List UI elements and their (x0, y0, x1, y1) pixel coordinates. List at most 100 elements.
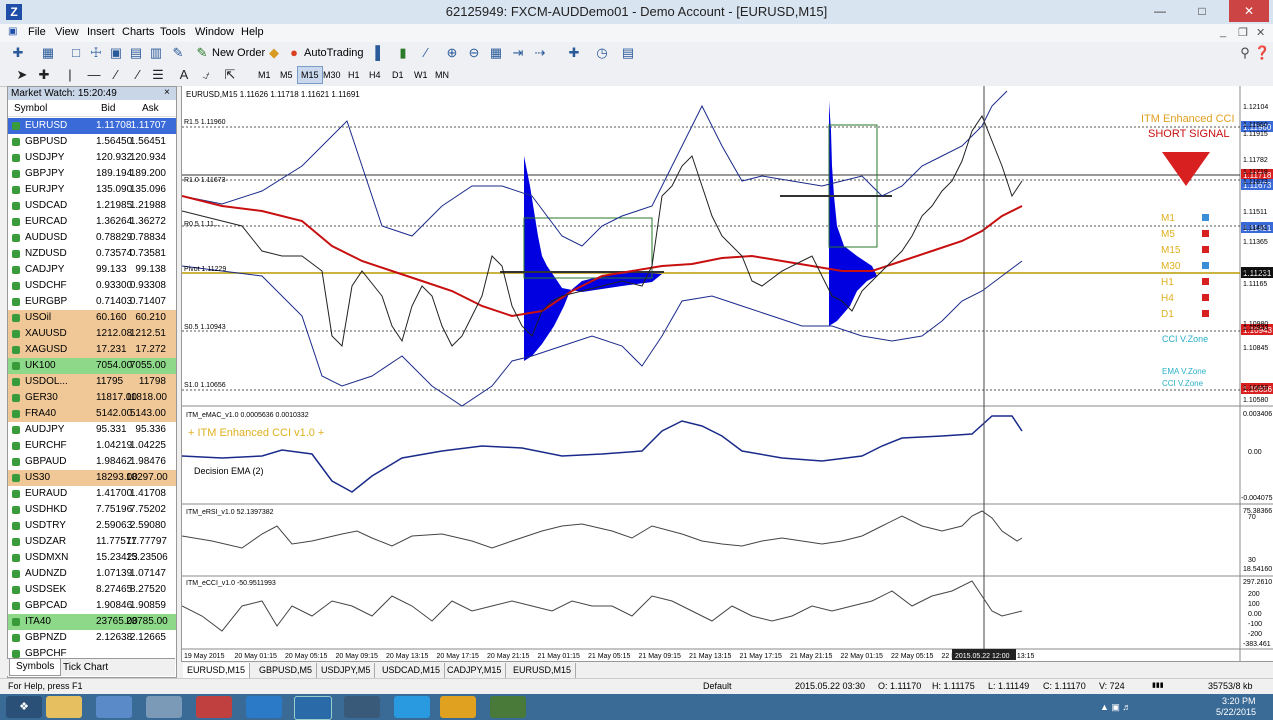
chart-tab-2[interactable]: USDJPY,M5 (317, 663, 376, 678)
symbol-row-uk100[interactable]: UK100 7054.00 7055.00 (8, 358, 176, 374)
symbol-row-eurusd[interactable]: EURUSD 1.11708 1.11707 (8, 118, 176, 134)
menu-tools[interactable]: Tools (160, 26, 186, 38)
symbol-row-xauusd[interactable]: XAUUSD 1212.08 1212.51 (8, 326, 176, 342)
chart-window[interactable]: 1.11960 1.11718 1.11673 1.11451 1.11231 … (181, 86, 1273, 663)
symbol-row-audusd[interactable]: AUDUSD 0.78829 0.78834 (8, 230, 176, 246)
bar-chart-icon[interactable]: ▌ (372, 45, 388, 61)
symbol-row-gbpaud[interactable]: GBPAUD 1.98462 1.98476 (8, 454, 176, 470)
teamviewer-taskbar-icon[interactable] (246, 696, 282, 718)
profiles-icon[interactable]: ▦ (40, 45, 56, 61)
menu-charts[interactable]: Charts (122, 26, 154, 38)
symbol-row-usdcad[interactable]: USDCAD 1.21985 1.21988 (8, 198, 176, 214)
symbol-row-xagusd[interactable]: XAGUSD 17.231 17.272 (8, 342, 176, 358)
symbol-row-usdhkd[interactable]: USDHKD 7.75196 7.75202 (8, 502, 176, 518)
symbol-row-euraud[interactable]: EURAUD 1.41700 1.41708 (8, 486, 176, 502)
symbol-row-gbpjpy[interactable]: GBPJPY 189.194 189.200 (8, 166, 176, 182)
tab-symbols[interactable]: Symbols (9, 659, 62, 676)
maximize-button[interactable]: □ (1182, 0, 1222, 22)
minimize-button[interactable]: — (1140, 0, 1180, 22)
symbol-row-us30[interactable]: US30 18293.00 18297.00 (8, 470, 176, 486)
symbol-row-gbpusd[interactable]: GBPUSD 1.56450 1.56451 (8, 134, 176, 150)
channel-icon[interactable]: ∕ (130, 67, 146, 83)
symbol-row-usdmxn[interactable]: USDMXN 15.23423 15.23506 (8, 550, 176, 566)
symbol-row-audnzd[interactable]: AUDNZD 1.07139 1.07147 (8, 566, 176, 582)
arrows-icon[interactable]: ⇱ (222, 67, 238, 83)
skype-taskbar-icon[interactable] (394, 696, 430, 718)
tf-mn[interactable]: MN (432, 67, 452, 83)
tf-m30[interactable]: M30 (320, 67, 344, 83)
text-icon[interactable]: A (176, 67, 192, 83)
symbol-row-usdol[interactable]: USDOL... 11795 11798 (8, 374, 176, 390)
search-icon[interactable]: ⚲ (1237, 45, 1253, 61)
text-label-icon[interactable]: ⍻ (198, 67, 214, 83)
header-bid[interactable]: Bid (101, 101, 115, 116)
symbol-row-fra40[interactable]: FRA40 5142.00 5143.00 (8, 406, 176, 422)
eurusd-chart[interactable]: 1.11960 1.11718 1.11673 1.11451 1.11231 … (181, 86, 1273, 663)
chart-tab-3[interactable]: USDCAD,M15 (378, 663, 446, 678)
metatrader-taskbar-icon[interactable] (294, 696, 332, 720)
zoom-out-icon[interactable]: ⊖ (466, 45, 482, 61)
new-chart-icon[interactable]: ✚ (10, 45, 26, 61)
symbol-row-eurcad[interactable]: EURCAD 1.36264 1.36272 (8, 214, 176, 230)
tray-date[interactable]: 5/22/2015 (1216, 707, 1256, 717)
tester-icon[interactable]: ▥ (148, 45, 164, 61)
candlestick-icon[interactable]: ▮ (395, 45, 411, 61)
cursor-icon[interactable]: ➤ (14, 67, 30, 83)
menu-file[interactable]: File (28, 26, 46, 38)
explorer-taskbar-icon[interactable] (46, 696, 82, 718)
periods-icon[interactable]: ◷ (594, 45, 610, 61)
menu-insert[interactable]: Insert (87, 26, 115, 38)
tf-m1[interactable]: M1 (255, 67, 274, 83)
chart-tab-1[interactable]: GBPUSD,M5 (255, 663, 318, 678)
horizontal-line-icon[interactable]: — (86, 67, 102, 83)
new-order-icon[interactable]: ✎ (194, 45, 210, 61)
symbol-row-eurjpy[interactable]: EURJPY 135.090 135.096 (8, 182, 176, 198)
symbol-row-gbpcad[interactable]: GBPCAD 1.90846 1.90859 (8, 598, 176, 614)
chart-shift-icon[interactable]: ⇢ (532, 45, 548, 61)
mdi-close-icon[interactable]: ✕ (1256, 26, 1265, 39)
line-chart-icon[interactable]: ∕ (418, 45, 434, 61)
autotrading-icon[interactable]: ● (286, 45, 302, 61)
fibonacci-icon[interactable]: ☰ (150, 67, 166, 83)
menu-view[interactable]: View (55, 26, 79, 38)
market-watch-close-icon[interactable]: × (164, 87, 170, 98)
autoscroll-icon[interactable]: ⇥ (510, 45, 526, 61)
symbol-row-nzdusd[interactable]: NZDUSD 0.73574 0.73581 (8, 246, 176, 262)
chrome-taskbar-icon[interactable] (440, 696, 476, 718)
tray-icons[interactable]: ▲ ▣ ♬ (1100, 702, 1131, 713)
files-taskbar-icon[interactable] (146, 696, 182, 718)
crosshair-icon[interactable]: ✚ (36, 67, 52, 83)
chart-tab-5[interactable]: EURUSD,M15 (509, 663, 577, 678)
metaeditor-icon[interactable]: ◆ (266, 45, 282, 61)
chart-tab-0[interactable]: EURUSD,M15 (183, 663, 251, 678)
tab-tick-chart[interactable]: Tick Chart (63, 660, 108, 675)
symbol-row-ger30[interactable]: GER30 11817.00 11818.00 (8, 390, 176, 406)
templates-icon[interactable]: ▤ (620, 45, 636, 61)
tf-h4[interactable]: H4 (366, 67, 384, 83)
mdi-icon[interactable]: ▣ (8, 26, 17, 37)
symbol-row-audjpy[interactable]: AUDJPY 95.331 95.336 (8, 422, 176, 438)
editor-icon[interactable]: ✎ (170, 45, 186, 61)
market-watch-icon[interactable]: □ (68, 45, 84, 61)
start-button[interactable]: ❖ (6, 696, 42, 718)
app-taskbar-icon[interactable] (344, 696, 380, 718)
tf-m5[interactable]: M5 (277, 67, 296, 83)
symbol-row-cadjpy[interactable]: CADJPY 99.133 99.138 (8, 262, 176, 278)
chart-tab-4[interactable]: CADJPY,M15 (443, 663, 507, 678)
tf-w1[interactable]: W1 (411, 67, 431, 83)
help-icon[interactable]: ❓ (1254, 45, 1270, 61)
ie-taskbar-icon[interactable] (96, 696, 132, 718)
header-symbol[interactable]: Symbol (14, 101, 47, 116)
close-button[interactable]: ✕ (1229, 0, 1269, 22)
mdi-restore-icon[interactable]: ❐ (1238, 26, 1248, 39)
tf-h1[interactable]: H1 (345, 67, 363, 83)
tray-time[interactable]: 3:20 PM (1222, 696, 1256, 706)
zoom-in-icon[interactable]: ⊕ (444, 45, 460, 61)
media-taskbar-icon[interactable] (196, 696, 232, 718)
terminal-icon[interactable]: ▤ (128, 45, 144, 61)
symbol-row-usoil[interactable]: USOil 60.160 60.210 (8, 310, 176, 326)
tf-d1[interactable]: D1 (389, 67, 407, 83)
navigator-icon[interactable]: ▣ (108, 45, 124, 61)
indicators-icon[interactable]: ✚ (566, 45, 582, 61)
symbol-row-usdjpy[interactable]: USDJPY 120.932 120.934 (8, 150, 176, 166)
